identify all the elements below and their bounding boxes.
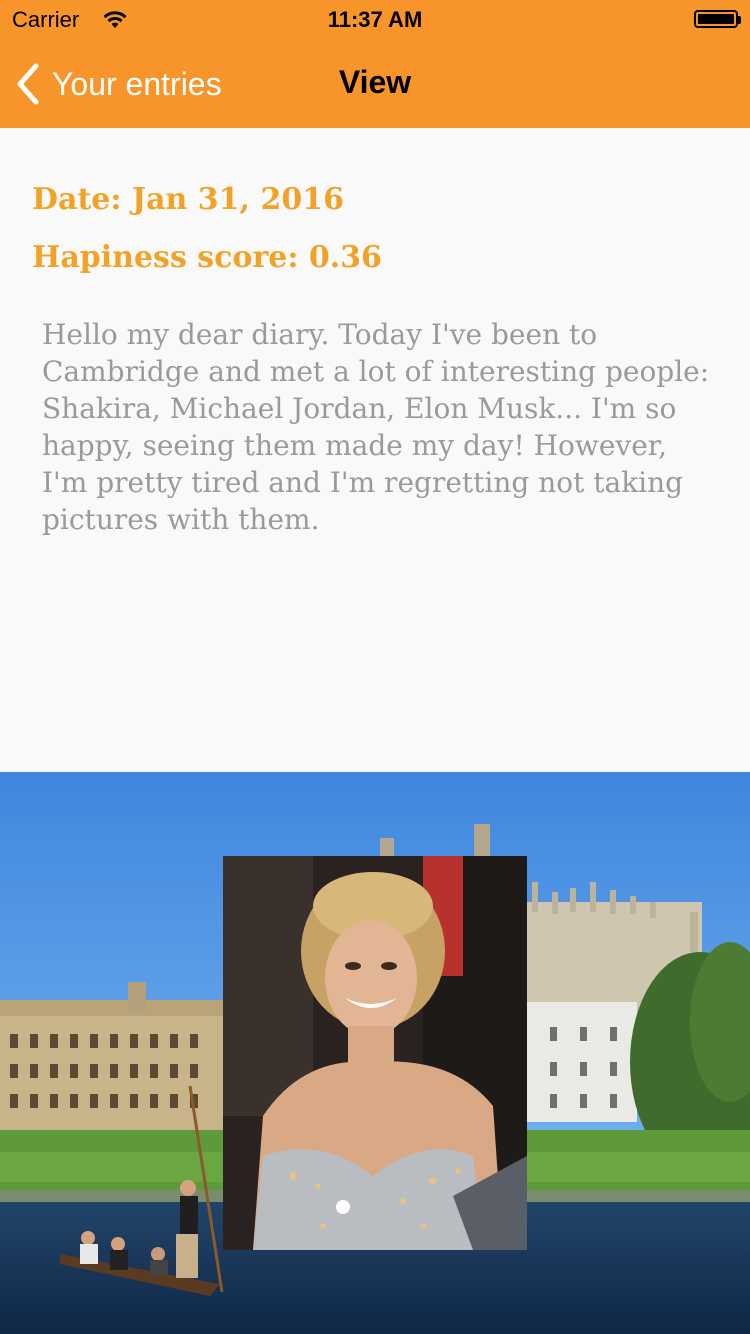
navigation-bar: Carrier 11:37 AM Your entries View [0, 0, 750, 128]
page-title: View [338, 64, 412, 100]
battery-icon [694, 10, 741, 28]
page-indicator-dot [336, 1200, 350, 1214]
portrait-photo[interactable] [223, 856, 527, 1250]
entry-text: Hello my dear diary. Today I've been to … [42, 318, 710, 536]
clock: 11:37 AM [327, 7, 423, 32]
status-bar: Carrier 11:37 AM [0, 0, 750, 40]
happiness-score: Hapiness score: 0.36 [32, 240, 382, 275]
entry-date: Date: Jan 31, 2016 [32, 182, 344, 217]
